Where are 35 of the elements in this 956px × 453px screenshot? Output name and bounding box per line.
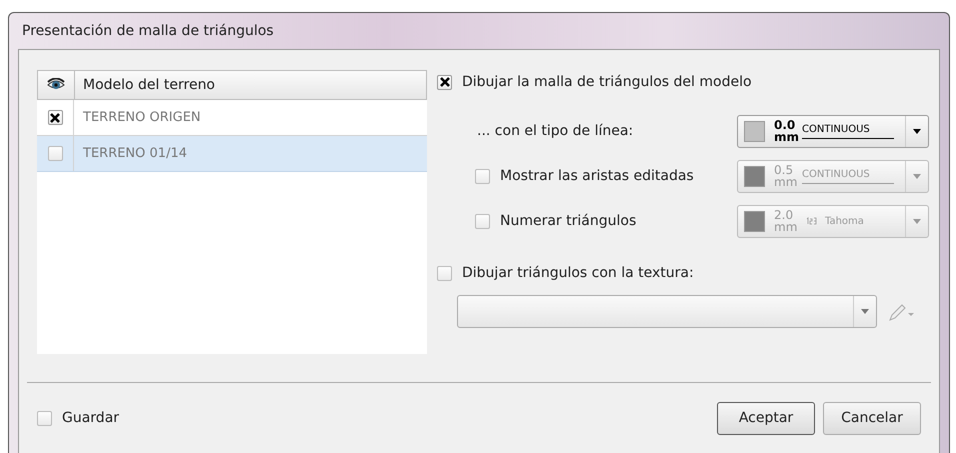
width-value: 0.0 <box>774 119 796 131</box>
table-cell-text: TERRENO ORIGEN <box>82 109 201 127</box>
texture-dropdown[interactable] <box>457 295 877 328</box>
visibility-checkbox[interactable] <box>48 146 62 161</box>
checkbox-label: Dibujar la malla de triángulos del modelo <box>462 74 752 90</box>
checkbox[interactable] <box>437 74 452 90</box>
option-label: ... con el tipo de línea: <box>476 123 634 139</box>
checkbox[interactable] <box>475 168 490 184</box>
visibility-checkbox[interactable] <box>48 110 62 125</box>
checkbox-label: Mostrar las aristas editadas <box>500 168 694 184</box>
checkbox-label: Guardar <box>62 410 120 426</box>
window-title: Presentación de malla de triángulos <box>22 23 274 39</box>
width-value: 0.5 <box>774 164 794 176</box>
dropdown-arrow-icon <box>913 218 921 224</box>
dropdown-arrow-icon <box>913 128 921 134</box>
checkbox-label: Dibujar triángulos con la textura: <box>462 265 694 281</box>
dropdown-arrow-icon <box>861 309 869 314</box>
line-type-label: CONTINUOUS <box>802 168 894 184</box>
line-type-label: CONTINUOUS <box>802 124 894 138</box>
table-cell-text: TERRENO 01/14 <box>82 145 187 163</box>
dialog-button[interactable]: Aceptar <box>717 402 815 434</box>
width-value: 2.0 <box>774 209 794 221</box>
table-row[interactable]: TERRENO 01/14 <box>37 136 427 172</box>
width-unit: mm <box>774 131 798 143</box>
width-unit: mm <box>774 176 798 188</box>
dropdown-arrow-icon <box>913 174 921 178</box>
width-unit: mm <box>774 221 798 233</box>
eye-icon <box>47 78 65 92</box>
pencil-icon[interactable] <box>887 302 915 322</box>
checkbox[interactable] <box>437 266 452 280</box>
checkbox[interactable] <box>37 410 52 426</box>
checkbox[interactable] <box>475 214 490 228</box>
checkbox-label: Numerar triángulos <box>500 213 636 229</box>
dialog-button[interactable]: Cancelar <box>823 402 921 434</box>
font-name: Tahoma <box>825 216 864 226</box>
